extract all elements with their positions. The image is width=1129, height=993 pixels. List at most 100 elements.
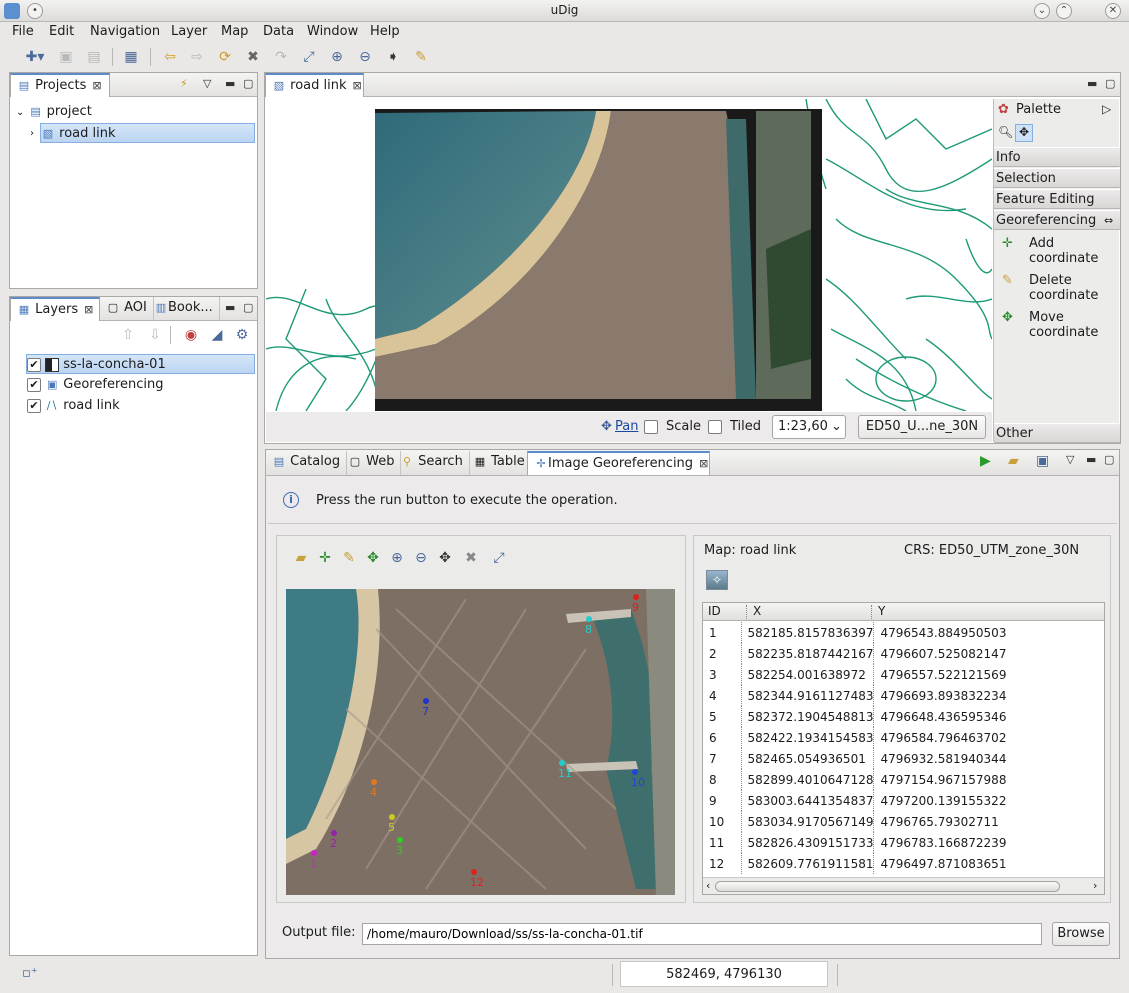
back-icon[interactable]: ⇦ bbox=[160, 47, 180, 67]
menu-file[interactable]: File bbox=[12, 24, 34, 39]
move-coordinate-tool[interactable]: ✥ Move coordinate bbox=[1002, 310, 1118, 340]
scale-checkbox[interactable] bbox=[644, 420, 658, 434]
layer-row[interactable]: ✔ ∕∖ road link bbox=[27, 396, 120, 416]
control-point-marker[interactable] bbox=[423, 698, 429, 704]
image-canvas[interactable]: 1 2 3 4 5 7 8 9 10 11 12 bbox=[286, 589, 675, 895]
palette-section-selection[interactable]: Selection bbox=[994, 168, 1120, 188]
palette-section-georeferencing[interactable]: Georeferencing ⇔ bbox=[994, 210, 1120, 230]
layer-visibility-checkbox[interactable]: ✔ bbox=[27, 398, 41, 413]
maximize-view-icon[interactable]: ▢ bbox=[1104, 453, 1114, 466]
redo-icon[interactable]: ↷ bbox=[271, 47, 291, 67]
save-icon[interactable]: ▣ bbox=[1036, 453, 1049, 469]
style-icon[interactable]: ◉ bbox=[181, 325, 201, 345]
palette-section-feature-editing[interactable]: Feature Editing bbox=[994, 189, 1120, 209]
maximize-view-icon[interactable]: ▢ bbox=[243, 77, 253, 90]
minimize-view-icon[interactable]: ▬ bbox=[1087, 77, 1097, 90]
table-row[interactable]: 7 582465.054936501 4796932.581940344 bbox=[703, 748, 1104, 769]
table-row[interactable]: 5 582372.1904548813 4796648.436595346 bbox=[703, 706, 1104, 727]
tab-bookmarks[interactable]: ▥ Book... bbox=[148, 297, 220, 321]
refresh-icon[interactable]: ⟳ bbox=[215, 47, 235, 67]
table-row[interactable]: 11 582826.4309151733 4796783.166872239 bbox=[703, 832, 1104, 853]
menu-window[interactable]: Window bbox=[307, 24, 358, 39]
open-image-icon[interactable]: ▰ bbox=[291, 548, 311, 568]
palette-section-other[interactable]: Other bbox=[994, 423, 1120, 443]
control-point-marker[interactable] bbox=[633, 594, 639, 600]
tab-road-link[interactable]: ▧ road link ⊠ bbox=[265, 73, 364, 97]
control-point-marker[interactable] bbox=[559, 760, 565, 766]
column-header-y[interactable]: Y bbox=[878, 604, 885, 618]
add-point-icon[interactable]: ✛ bbox=[315, 548, 335, 568]
close-window-button[interactable]: ✕ bbox=[1105, 3, 1121, 19]
control-point-marker[interactable] bbox=[586, 616, 592, 622]
eraser-icon[interactable]: ✎ bbox=[411, 47, 431, 67]
control-point-marker[interactable] bbox=[389, 814, 395, 820]
maximize-view-icon[interactable]: ▢ bbox=[1105, 77, 1115, 90]
scale-select[interactable]: 1:23,60 ⌄ bbox=[772, 415, 846, 439]
tab-web[interactable]: ▢ Web bbox=[342, 451, 402, 475]
tree-item-map[interactable]: ▧ road link bbox=[40, 123, 255, 143]
table-row[interactable]: 9 583003.6441354837 4797200.139155322 bbox=[703, 790, 1104, 811]
link-icon[interactable]: ⚡ bbox=[180, 77, 188, 90]
table-row[interactable]: 3 582254.001638972 4796557.522121569 bbox=[703, 664, 1104, 685]
minimize-view-icon[interactable]: ▬ bbox=[225, 77, 235, 90]
control-point-marker[interactable] bbox=[471, 869, 477, 875]
tree-item-project[interactable]: ⌄ ▤ project bbox=[16, 102, 92, 122]
pan-tool-icon[interactable]: ✥ bbox=[1015, 124, 1033, 142]
layer-properties-icon[interactable]: ⚙ bbox=[232, 325, 252, 345]
close-icon[interactable]: ⊠ bbox=[84, 303, 93, 316]
save-icon[interactable]: ▣ bbox=[56, 47, 76, 67]
pan-link[interactable]: Pan bbox=[615, 419, 638, 434]
pan-icon[interactable]: ✥ bbox=[435, 548, 455, 568]
menu-help[interactable]: Help bbox=[370, 24, 400, 39]
horizontal-scrollbar[interactable]: ‹ › bbox=[703, 877, 1104, 894]
menu-navigation[interactable]: Navigation bbox=[90, 24, 160, 39]
zoom-out-icon[interactable]: ⊖ bbox=[355, 47, 375, 67]
select-tool-icon[interactable]: 🔍︎ bbox=[998, 125, 1013, 139]
view-menu-icon[interactable]: ▽ bbox=[1066, 453, 1074, 466]
scroll-left-icon[interactable]: ‹ bbox=[706, 879, 710, 892]
tab-search[interactable]: ⚲ Search bbox=[394, 451, 470, 475]
map-canvas[interactable] bbox=[266, 99, 992, 411]
column-header-x[interactable]: X bbox=[753, 604, 761, 618]
palette-section-info[interactable]: Info bbox=[994, 147, 1120, 167]
table-row[interactable]: 8 582899.4010647128 4797154.967157988 bbox=[703, 769, 1104, 790]
zoom-extent-icon[interactable]: ⤢ bbox=[489, 548, 509, 568]
tree-item-map-expander[interactable]: › bbox=[30, 123, 34, 143]
save-all-icon[interactable]: ▤ bbox=[84, 47, 104, 67]
table-row[interactable]: 4 582344.9161127483 4796693.893832234 bbox=[703, 685, 1104, 706]
control-point-marker[interactable] bbox=[311, 850, 317, 856]
maximize-button[interactable]: ⌃ bbox=[1056, 3, 1072, 19]
fast-view-icon[interactable]: ▫⁺ bbox=[22, 966, 38, 981]
table-row[interactable]: 12 582609.7761911581 4796497.871083651 bbox=[703, 853, 1104, 874]
forward-icon[interactable]: ⇨ bbox=[187, 47, 207, 67]
zoom-out-icon[interactable]: ⊖ bbox=[411, 548, 431, 568]
add-coordinate-tool[interactable]: ✛ Add coordinate bbox=[1002, 236, 1118, 266]
view-menu-icon[interactable]: ▽ bbox=[203, 77, 211, 90]
open-icon[interactable]: ▰ bbox=[1008, 453, 1019, 469]
layer-visibility-checkbox[interactable]: ✔ bbox=[27, 377, 41, 392]
crs-button[interactable]: ED50_U...ne_30N bbox=[858, 415, 986, 439]
scrollbar-thumb[interactable] bbox=[715, 881, 1060, 892]
delete-point-icon[interactable]: ✎ bbox=[339, 548, 359, 568]
zoom-in-icon[interactable]: ⊕ bbox=[387, 548, 407, 568]
chevron-down-icon[interactable]: ⌄ bbox=[16, 107, 24, 118]
minimize-button[interactable]: ⌄ bbox=[1034, 3, 1050, 19]
column-header-id[interactable]: ID bbox=[708, 604, 721, 618]
layer-visibility-checkbox[interactable]: ✔ bbox=[27, 357, 41, 372]
table-row[interactable]: 1 582185.8157836397 4796543.884950503 bbox=[703, 622, 1104, 643]
close-icon[interactable]: ⊠ bbox=[699, 457, 708, 470]
control-point-marker[interactable] bbox=[397, 837, 403, 843]
close-icon[interactable]: ⊠ bbox=[92, 79, 101, 92]
tab-catalog[interactable]: ▤ Catalog bbox=[266, 451, 348, 475]
control-point-marker[interactable] bbox=[632, 769, 638, 775]
pointer-icon[interactable]: ➧ bbox=[383, 47, 403, 67]
tab-layers[interactable]: ▦ Layers ⊠ bbox=[10, 297, 100, 321]
maximize-view-icon[interactable]: ▢ bbox=[243, 301, 253, 314]
palette-collapse-icon[interactable]: ▷ bbox=[1102, 102, 1111, 116]
menu-edit[interactable]: Edit bbox=[49, 24, 74, 39]
table-row[interactable]: 6 582422.1934154583 4796584.796463702 bbox=[703, 727, 1104, 748]
minimize-view-icon[interactable]: ▬ bbox=[225, 301, 235, 314]
control-point-marker[interactable] bbox=[331, 830, 337, 836]
scroll-right-icon[interactable]: › bbox=[1093, 879, 1097, 892]
zoom-in-icon[interactable]: ⊕ bbox=[327, 47, 347, 67]
